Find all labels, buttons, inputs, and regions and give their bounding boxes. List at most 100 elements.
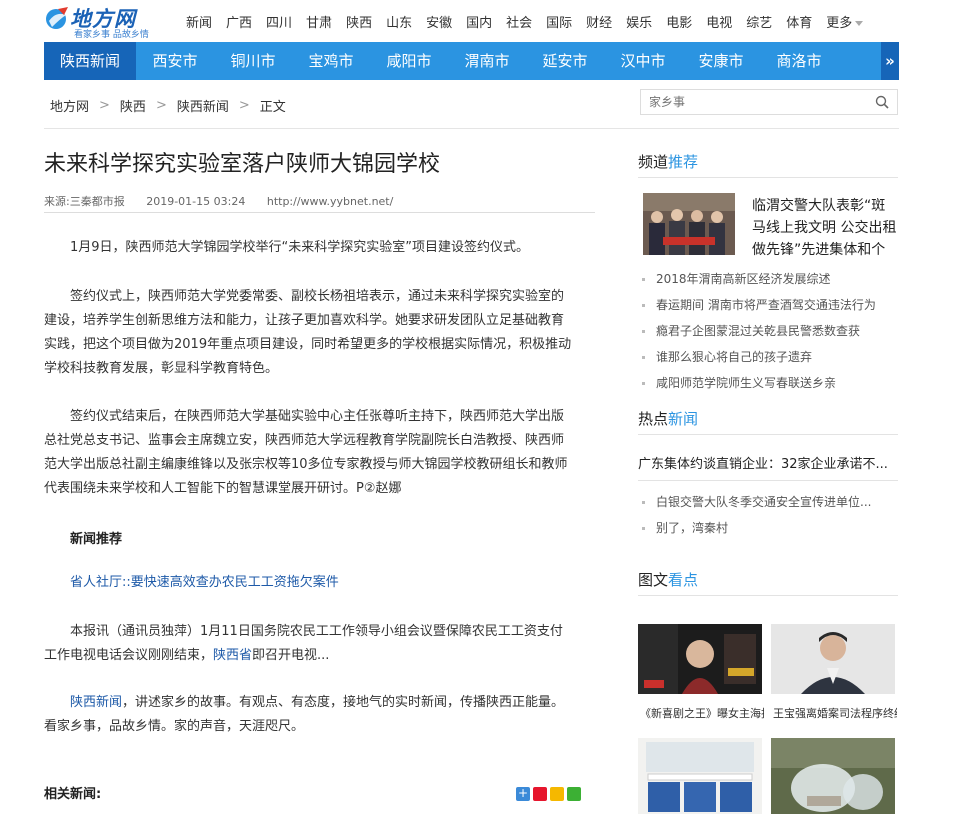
logo-mark-icon <box>46 7 68 29</box>
pic-caption-1[interactable]: 《新喜剧之王》曝女主海报 <box>640 705 764 721</box>
pic-thumb-4-image <box>771 738 895 814</box>
list-item[interactable]: 白银交警大队冬季交通安全宣传进单位... <box>640 489 898 515</box>
city-tab[interactable]: 商洛市 <box>760 42 838 80</box>
top-nav-item[interactable]: 国内 <box>466 12 492 31</box>
top-nav-item[interactable]: 体育 <box>786 12 812 31</box>
top-nav-item[interactable]: 四川 <box>266 12 292 31</box>
article-title: 未来科学探究实验室落户陕师大锦园学校 <box>44 152 441 177</box>
pic-thumb-3[interactable] <box>638 738 762 814</box>
list-item[interactable]: 别了，湾秦村 <box>640 515 898 541</box>
channel-list: 2018年渭南高新区经济发展综述 春运期间 渭南市将严查酒驾交通违法行为 瘾君子企图… <box>640 266 898 396</box>
breadcrumb-item[interactable]: 陕西新闻 <box>177 96 229 115</box>
city-tab[interactable]: 西安市 <box>136 42 214 80</box>
top-nav-item[interactable]: 安徽 <box>426 12 452 31</box>
breadcrumb-separator-icon: > <box>155 98 167 113</box>
hot-list: 白银交警大队冬季交通安全宣传进单位... 别了，湾秦村 <box>640 489 898 541</box>
feature-photo[interactable] <box>643 193 735 255</box>
pics-heading-a: 图文 <box>638 571 669 589</box>
share-more-icon[interactable]: + <box>516 787 530 801</box>
top-nav-item[interactable]: 电视 <box>706 12 732 31</box>
paragraph-1: 1月9日，陕西师范大学锦园学校举行“未来科学探究实验室”项目建设签约仪式。 <box>70 240 530 255</box>
top-nav-more-label: 更多 <box>826 16 853 31</box>
list-item[interactable]: 春运期间 渭南市将严查酒驾交通违法行为 <box>640 292 898 318</box>
pics-heading: 图文看点 <box>638 569 698 590</box>
pic-thumb-3-image <box>638 738 762 814</box>
article-time: 2019-01-15 03:24 <box>146 195 246 208</box>
top-nav-item[interactable]: 综艺 <box>746 12 772 31</box>
city-tab[interactable]: 安康市 <box>682 42 760 80</box>
pic-thumb-4[interactable] <box>771 738 895 814</box>
list-item[interactable]: 2018年渭南高新区经济发展综述 <box>640 266 898 292</box>
channel-heading-a: 频道 <box>638 153 669 171</box>
city-tab[interactable]: 汉中市 <box>604 42 682 80</box>
list-item[interactable]: 谁那么狠心将自己的孩子遗弃 <box>640 344 898 370</box>
hot-top-headline[interactable]: 广东集体约谈直销企业：32家企业承诺不... <box>638 453 898 472</box>
hot-divider <box>638 434 898 435</box>
hot-top-divider <box>638 480 898 481</box>
city-tab[interactable]: 铜川市 <box>214 42 292 80</box>
article-url[interactable]: http://www.yybnet.net/ <box>267 195 393 208</box>
share-wechat-icon[interactable] <box>567 787 581 801</box>
breadcrumb-item[interactable]: 地方网 <box>50 96 89 115</box>
pic-caption-2[interactable]: 王宝强离婚案司法程序终结 <box>773 705 897 721</box>
city-tab[interactable]: 渭南市 <box>448 42 526 80</box>
paragraph-3-line-4: 代表围绕未来学校和人工智能下的智慧课堂展开研讨。P②赵娜 <box>44 481 402 496</box>
pics-divider <box>638 595 898 596</box>
pic-thumb-2-image <box>771 624 895 694</box>
paragraph-2-line-3: 实践，把这个项目做为2019年重点项目建设，同时希望更多的学校根据实际情况，积极… <box>44 337 572 352</box>
chevron-down-icon <box>855 21 864 26</box>
search-input[interactable] <box>641 90 861 114</box>
breadcrumb-item: 正文 <box>259 100 286 115</box>
search-box <box>640 89 898 115</box>
pics-heading-b: 看点 <box>668 571 699 589</box>
top-nav-item[interactable]: 甘肃 <box>306 12 332 31</box>
promo-line-1-text: ，讲述家乡的故事。有观点、有态度，接地气的实时新闻，传播陕西正能量。 <box>122 695 565 710</box>
city-tab-active[interactable]: 陕西新闻 <box>44 42 136 80</box>
pic-thumb-2[interactable] <box>771 624 895 694</box>
promo-line-2: 看家乡事，品故乡情。家的声音，天涯咫尺。 <box>44 719 305 734</box>
share-weibo-icon[interactable] <box>533 787 547 801</box>
pic-thumb-1-image <box>638 624 762 694</box>
related-news-heading: 相关新闻: <box>44 787 102 802</box>
top-nav-item[interactable]: 陕西 <box>346 12 372 31</box>
promo-link[interactable]: 陕西新闻 <box>70 695 122 710</box>
site-logo[interactable]: 地方网 看家乡事 品故乡情 <box>44 2 149 40</box>
channel-heading-b: 推荐 <box>668 153 699 171</box>
recommend-line-2-text-b: 即召开电视... <box>252 648 330 663</box>
breadcrumb-item[interactable]: 陕西 <box>120 96 146 115</box>
channel-divider <box>638 177 898 178</box>
hot-heading-b: 新闻 <box>668 410 699 428</box>
paragraph-2-line-4: 学校科技教育发展，彰显科学教育特色。 <box>44 361 279 376</box>
city-tab[interactable]: 延安市 <box>526 42 604 80</box>
top-nav-item[interactable]: 社会 <box>506 12 532 31</box>
city-nav-next-button[interactable]: » <box>881 42 899 80</box>
top-nav: 新闻 广西 四川 甘肃 陕西 山东 安徽 国内 社会 国际 财经 娱乐 电影 电视 综艺 体育 更多 <box>186 12 877 31</box>
top-nav-more[interactable]: 更多 <box>826 12 864 31</box>
search-icon[interactable] <box>875 95 889 109</box>
top-nav-item[interactable]: 广西 <box>226 12 252 31</box>
logo-slogan: 看家乡事 品故乡情 <box>74 30 149 40</box>
top-nav-item[interactable]: 国际 <box>546 12 572 31</box>
feature-title[interactable]: 临渭交警大队表彰“斑马线上我文明 公交出租做先锋”先进集体和个 <box>752 195 898 261</box>
article-source: 来源:三秦都市报 <box>44 195 125 208</box>
top-nav-item[interactable]: 电影 <box>666 12 692 31</box>
city-tab[interactable]: 宝鸡市 <box>292 42 370 80</box>
hot-heading-a: 热点 <box>638 410 669 428</box>
pic-thumb-1[interactable] <box>638 624 762 694</box>
recommend-link[interactable]: 省人社厅::要快速高效查办农民工工资拖欠案件 <box>70 571 595 595</box>
list-item[interactable]: 咸阳师范学院师生义写春联送乡亲 <box>640 370 898 396</box>
recommend-inline-link[interactable]: 陕西省 <box>213 648 252 663</box>
top-bar: 地方网 看家乡事 品故乡情 新闻 广西 四川 甘肃 陕西 山东 安徽 国内 社会 国际 财经 娱乐 电影… <box>0 0 960 42</box>
paragraph-3-line-3: 范大学出版总社副主编康维锋以及张宗权等10多位专家教授与师大锦园学校教研组长和教… <box>44 457 568 472</box>
top-nav-item[interactable]: 山东 <box>386 12 412 31</box>
list-item[interactable]: 瘾君子企图蒙混过关乾县民警悉数查获 <box>640 318 898 344</box>
hot-heading: 热点新闻 <box>638 408 698 429</box>
city-tab[interactable]: 咸阳市 <box>370 42 448 80</box>
top-nav-item[interactable]: 新闻 <box>186 12 212 31</box>
top-nav-item[interactable]: 娱乐 <box>626 12 652 31</box>
share-qzone-icon[interactable] <box>550 787 564 801</box>
breadcrumb-separator-icon: > <box>99 98 110 113</box>
top-nav-item[interactable]: 财经 <box>586 12 612 31</box>
paragraph-3-line-1: 签约仪式结束后，在陕西师范大学基础实验中心主任张尊听主持下，陕西师范大学出版 <box>70 409 565 424</box>
article-meta: 来源:三秦都市报 2019-01-15 03:24 http://www.yyb… <box>44 193 411 209</box>
